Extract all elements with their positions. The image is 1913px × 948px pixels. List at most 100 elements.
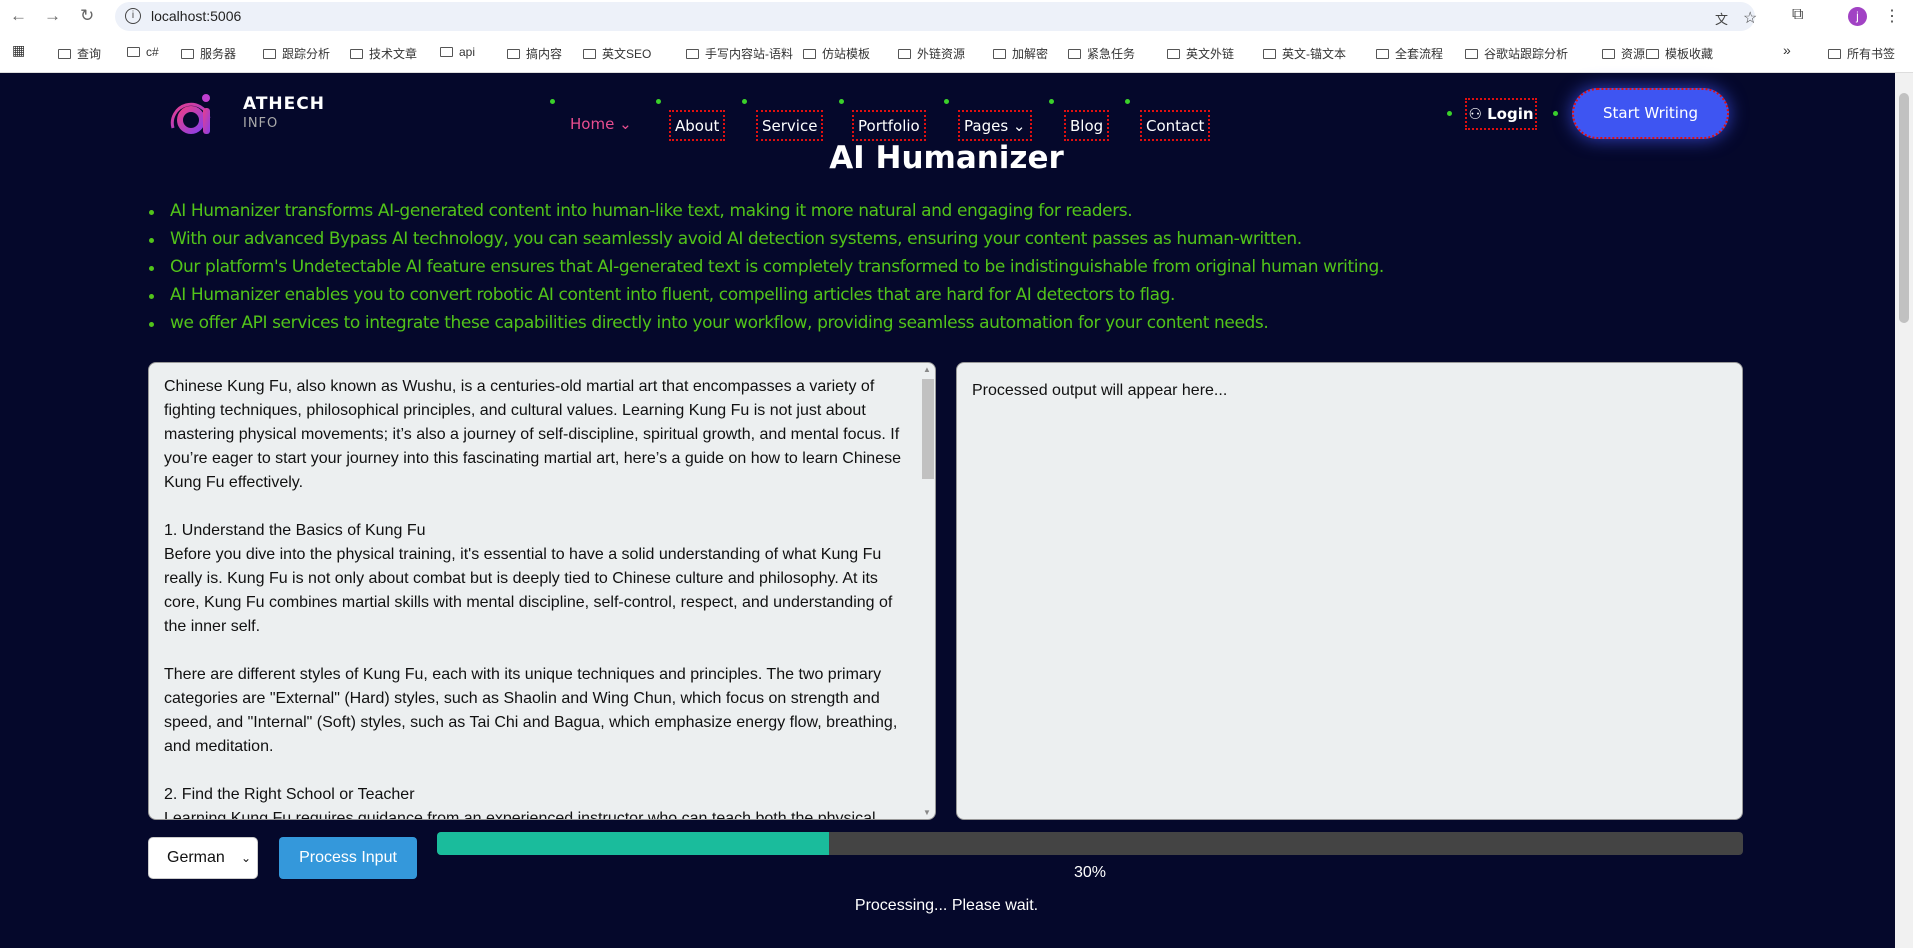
- nav-dot: [742, 99, 747, 104]
- nav-dot: [1553, 111, 1558, 116]
- brand-sub: INFO: [243, 116, 279, 131]
- bookmark-label: 紧急任务: [1087, 47, 1136, 61]
- scroll-down-icon[interactable]: ▼: [923, 808, 931, 817]
- feature-item: AI Humanizer enables you to convert robo…: [149, 285, 1384, 313]
- folder-icon: [1068, 49, 1081, 59]
- progress-label: 30%: [1073, 864, 1107, 881]
- process-input-button[interactable]: Process Input: [279, 837, 417, 879]
- folder-icon: [1646, 49, 1659, 59]
- input-textarea[interactable]: Chinese Kung Fu, also known as Wushu, is…: [148, 362, 936, 820]
- apps-icon[interactable]: ▦: [12, 42, 25, 59]
- feature-item: AI Humanizer transforms AI-generated con…: [149, 201, 1384, 229]
- feature-item: we offer API services to integrate these…: [149, 313, 1384, 341]
- bookmark-item[interactable]: 谷歌站跟踪分析: [1465, 45, 1568, 62]
- nav-service[interactable]: Service: [756, 110, 824, 141]
- nav-blog[interactable]: Blog: [1064, 110, 1110, 141]
- extensions-icon[interactable]: ⧉: [1792, 6, 1803, 24]
- input-text[interactable]: Chinese Kung Fu, also known as Wushu, is…: [164, 375, 904, 819]
- menu-icon[interactable]: ⋮: [1884, 6, 1900, 26]
- page-scrollbar[interactable]: [1895, 73, 1913, 948]
- info-icon[interactable]: i: [125, 8, 141, 24]
- bookmark-item[interactable]: 资源: [1602, 45, 1645, 62]
- chevron-down-icon: ⌄: [619, 115, 632, 133]
- browser-chrome: ← → ↻ i localhost:5006 文 ☆ ⧉ j ⋮ ▦ 查询 c# 服…: [0, 0, 1913, 73]
- bookmark-item[interactable]: c#: [127, 45, 159, 59]
- bookmark-label: 服务器: [200, 47, 237, 61]
- bookmark-label: 英文SEO: [602, 47, 652, 61]
- bookmark-item[interactable]: 加解密: [993, 45, 1048, 62]
- nav-portfolio[interactable]: Portfolio: [852, 110, 926, 141]
- avatar[interactable]: j: [1848, 7, 1867, 26]
- bookmark-item[interactable]: 技术文章: [350, 45, 417, 62]
- folder-icon: [440, 47, 453, 57]
- bookmark-item[interactable]: 服务器: [181, 45, 236, 62]
- bookmark-item[interactable]: 紧急任务: [1068, 45, 1135, 62]
- nav-about[interactable]: About: [669, 110, 726, 141]
- address-bar[interactable]: i localhost:5006 文 ☆: [115, 2, 1757, 31]
- folder-icon: [1828, 49, 1841, 59]
- nav-dot: [1049, 99, 1054, 104]
- more-bookmarks-button[interactable]: »: [1783, 42, 1791, 58]
- star-icon[interactable]: ☆: [1743, 8, 1757, 28]
- start-writing-button[interactable]: Start Writing: [1572, 88, 1729, 139]
- bookmark-label: 手写内容站-语料: [705, 47, 793, 61]
- bookmark-label: 所有书签: [1847, 47, 1896, 61]
- bookmark-item[interactable]: 全套流程: [1376, 45, 1443, 62]
- bookmark-item[interactable]: 仿站模板: [803, 45, 870, 62]
- feature-item: With our advanced Bypass AI technology, …: [149, 229, 1384, 257]
- site-logo[interactable]: ATHECH INFO: [165, 88, 335, 138]
- nav-contact[interactable]: Contact: [1140, 110, 1211, 141]
- bookmark-item[interactable]: 英文-锚文本: [1263, 45, 1346, 62]
- bookmark-item[interactable]: 手写内容站-语料: [686, 45, 793, 62]
- bookmark-item[interactable]: api: [440, 45, 475, 59]
- language-select[interactable]: German ⌄: [148, 837, 258, 879]
- bookmark-label: 查询: [77, 47, 102, 61]
- folder-icon: [1167, 49, 1180, 59]
- brand-name: ATHECH: [243, 94, 325, 114]
- bookmark-label: 仿站模板: [822, 47, 871, 61]
- bookmark-item[interactable]: 英文外链: [1167, 45, 1234, 62]
- output-placeholder: Processed output will appear here...: [972, 382, 1228, 399]
- nav-pages[interactable]: Pages ⌄: [958, 110, 1032, 141]
- bookmark-label: 技术文章: [369, 47, 418, 61]
- bookmark-label: 模板收藏: [1665, 47, 1714, 61]
- nav-home[interactable]: Home ⌄: [566, 110, 636, 141]
- bookmark-item[interactable]: 查询: [58, 45, 101, 62]
- bookmark-label: 全套流程: [1395, 47, 1444, 61]
- folder-icon: [507, 49, 520, 59]
- logo-icon: [170, 94, 211, 134]
- bookmark-label: 搞内容: [526, 47, 563, 61]
- bookmark-item[interactable]: 跟踪分析: [263, 45, 330, 62]
- folder-icon: [583, 49, 596, 59]
- url-text[interactable]: localhost:5006: [151, 8, 241, 24]
- scroll-up-icon[interactable]: ▲: [923, 365, 931, 374]
- output-area[interactable]: Processed output will appear here...: [956, 362, 1743, 820]
- nav-dot: [944, 99, 949, 104]
- all-bookmarks[interactable]: 所有书签: [1828, 45, 1895, 62]
- nav-dot: [1125, 99, 1130, 104]
- folder-icon: [803, 49, 816, 59]
- bookmark-label: 跟踪分析: [282, 47, 331, 61]
- bookmark-item[interactable]: 英文SEO: [583, 45, 651, 62]
- progress-fill: [437, 832, 829, 855]
- folder-icon: [181, 49, 194, 59]
- translate-icon[interactable]: 文: [1715, 9, 1728, 28]
- folder-icon: [58, 49, 71, 59]
- login-button[interactable]: ⚇ Login: [1465, 98, 1537, 130]
- status-text: Processing... Please wait.: [854, 897, 1039, 914]
- back-icon[interactable]: ←: [10, 6, 27, 26]
- folder-icon: [127, 47, 140, 57]
- bookmark-item[interactable]: 模板收藏: [1646, 45, 1713, 62]
- bookmark-item[interactable]: 搞内容: [507, 45, 562, 62]
- bookmark-label: 外链资源: [917, 47, 966, 61]
- progress-bar: [437, 832, 1743, 855]
- folder-icon: [1376, 49, 1389, 59]
- bookmark-item[interactable]: 外链资源: [898, 45, 965, 62]
- folder-icon: [898, 49, 911, 59]
- textarea-scrollbar[interactable]: ▲ ▼: [919, 363, 935, 819]
- forward-icon[interactable]: →: [44, 6, 61, 26]
- bookmark-label: 英文-锚文本: [1282, 47, 1346, 61]
- folder-icon: [1263, 49, 1276, 59]
- reload-icon[interactable]: ↻: [80, 6, 94, 26]
- folder-icon: [1602, 49, 1615, 59]
